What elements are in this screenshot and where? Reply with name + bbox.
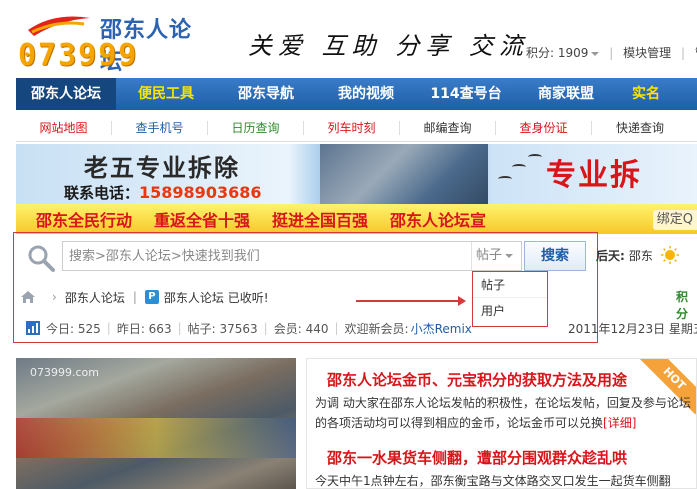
search-type-dropdown: 帖子 用户 [472,271,548,327]
subnav-sitemap[interactable]: 网站地图 [16,120,112,135]
campaign-text: 邵东全民行动 [36,211,133,230]
points-menu[interactable]: 积分: 1909 [526,46,600,60]
ad-banner-demolition[interactable]: 老五专业拆除 联系电话：15898903686 专业拆 [16,144,697,204]
nav-item-videos[interactable]: 我的视频 [316,78,416,110]
module-admin-link[interactable]: 模块管理 [623,46,671,60]
breadcrumb-forum-link[interactable]: 邵东人论坛 [65,289,125,306]
breadcrumb: › 邵东人论坛 | P 邵东人论坛 已收听! [20,287,269,307]
news-title-link[interactable]: 邵东一水果货车侧翻，遭部分围观群众趁乱哄 [327,447,627,468]
breadcrumb-separator: | [132,290,137,304]
nav-item-forum[interactable]: 邵东人论坛 [16,78,116,110]
search-button[interactable]: 搜索 [524,241,586,271]
banner-right-text: 专业拆 [546,158,642,193]
subnav-postcode[interactable]: 邮编查询 [400,120,496,135]
logo-swoosh-icon [28,16,90,36]
new-member-link[interactable]: 小杰Remix [411,320,472,337]
nav-item-navigation[interactable]: 邵东导航 [216,78,316,110]
stat-yesterday: 昨日: 663 [116,321,172,336]
sub-nav: 网站地图 查手机号 日历查询 列车时刻 邮编查询 查身份证 快递查询 [16,114,697,142]
news-summary: 为调 动大家在邵东人论坛发帖的积极性，在论坛发帖，回复及参与论坛的各项活动均可以… [315,396,691,430]
header: 邵东人论坛 073999 关爱 互助 分享 交流 积分: 1909 | 模块管理… [0,0,697,78]
site-slogan: 关爱 互助 分享 交流 [248,32,529,60]
weather-widget: 后天: 邵东 [596,246,679,264]
bird-icon [512,164,526,170]
search-box: 帖子 [62,241,522,271]
site-logo[interactable]: 邵东人论坛 073999 [16,8,212,75]
nav-item-realname[interactable]: 实名 [616,78,697,110]
chevron-down-icon [591,51,600,56]
subnav-train-schedule[interactable]: 列车时刻 [304,120,400,135]
welcome-label: 欢迎新会员: [344,321,409,336]
subnav-express[interactable]: 快递查询 [592,121,688,135]
stat-today: 今日: 525 [46,321,101,336]
banner-machinery-photo [320,144,488,204]
weather-day-label: 后天: [596,248,625,263]
nav-item-tools[interactable]: 便民工具 [116,78,216,110]
bind-qq-link[interactable]: 绑定Q [652,210,697,230]
nav-item-merchants[interactable]: 商家联盟 [516,78,616,110]
ad-banner-campaign[interactable]: 邵东全民行动 重返全省十强 挺进全国百强 邵东人论坛宣 绑定Q [16,204,697,234]
dropdown-option-posts[interactable]: 帖子 [473,272,547,298]
photo-signboards [16,418,296,458]
search-panel: 帖子 搜索 帖子 用户 › 邵东人论坛 | P 邵东人论坛 已收听! 今日: 5… [13,232,598,343]
search-type-select[interactable]: 帖子 [471,242,521,270]
campaign-text: 邵东人论坛宣 [390,211,487,230]
news-summary: 今天中午1点钟左右，邵东衡宝路与文体路交叉口发生一起货车侧翻 [315,474,671,488]
main-nav: 邵东人论坛 便民工具 邵东导航 我的视频 114查号台 商家联盟 实名 [16,78,697,110]
bar-chart-icon [26,321,40,335]
user-bar: 积分: 1909 | 模块管理 | 管理 [526,44,697,61]
campaign-text: 挺进全国百强 [272,211,369,230]
search-icon [28,245,55,272]
forum-stats: 今日: 525 | 昨日: 663 | 帖子: 37563 | 会员: 440 … [26,319,472,337]
street-photo[interactable]: 073999.com [16,358,296,489]
side-points-label: 积分 [676,290,689,321]
logo-number: 073999 [18,38,139,73]
photo-watermark: 073999.com [30,366,99,379]
subnav-calendar[interactable]: 日历查询 [208,120,304,135]
bird-icon [498,176,512,182]
annotation-arrow [356,296,466,306]
banner-phone: 联系电话：15898903686 [64,183,262,202]
nav-item-114[interactable]: 114查号台 [416,78,516,110]
banner-title: 老五专业拆除 [84,153,240,182]
breadcrumb-separator: › [52,290,57,304]
news-panel: HOT 邵东人论坛金币、元宝积分的获取方法及用途 为调 动大家在邵东人论坛发帖的… [306,358,697,489]
subnav-id-card[interactable]: 查身份证 [496,120,592,135]
campaign-text: 重返全省十强 [154,211,251,230]
current-date: 2011年12月23日 星期五 [568,322,697,336]
stat-posts: 帖子: 37563 [187,321,258,336]
follow-message: 邵东人论坛 已收听! [163,290,269,305]
bird-icon [528,154,542,160]
subnav-phone-lookup[interactable]: 查手机号 [112,120,208,135]
search-input[interactable] [69,242,469,270]
weather-city: 邵东 [628,248,653,263]
chevron-down-icon [505,253,514,258]
read-more-link[interactable]: [详细] [603,416,636,430]
sun-icon [660,246,679,264]
stat-members: 会员: 440 [273,321,329,336]
dropdown-option-users[interactable]: 用户 [473,298,547,324]
home-icon[interactable] [20,290,36,304]
news-title-link[interactable]: 邵东人论坛金币、元宝积分的获取方法及用途 [327,369,627,390]
follow-badge-icon: P [144,290,159,304]
